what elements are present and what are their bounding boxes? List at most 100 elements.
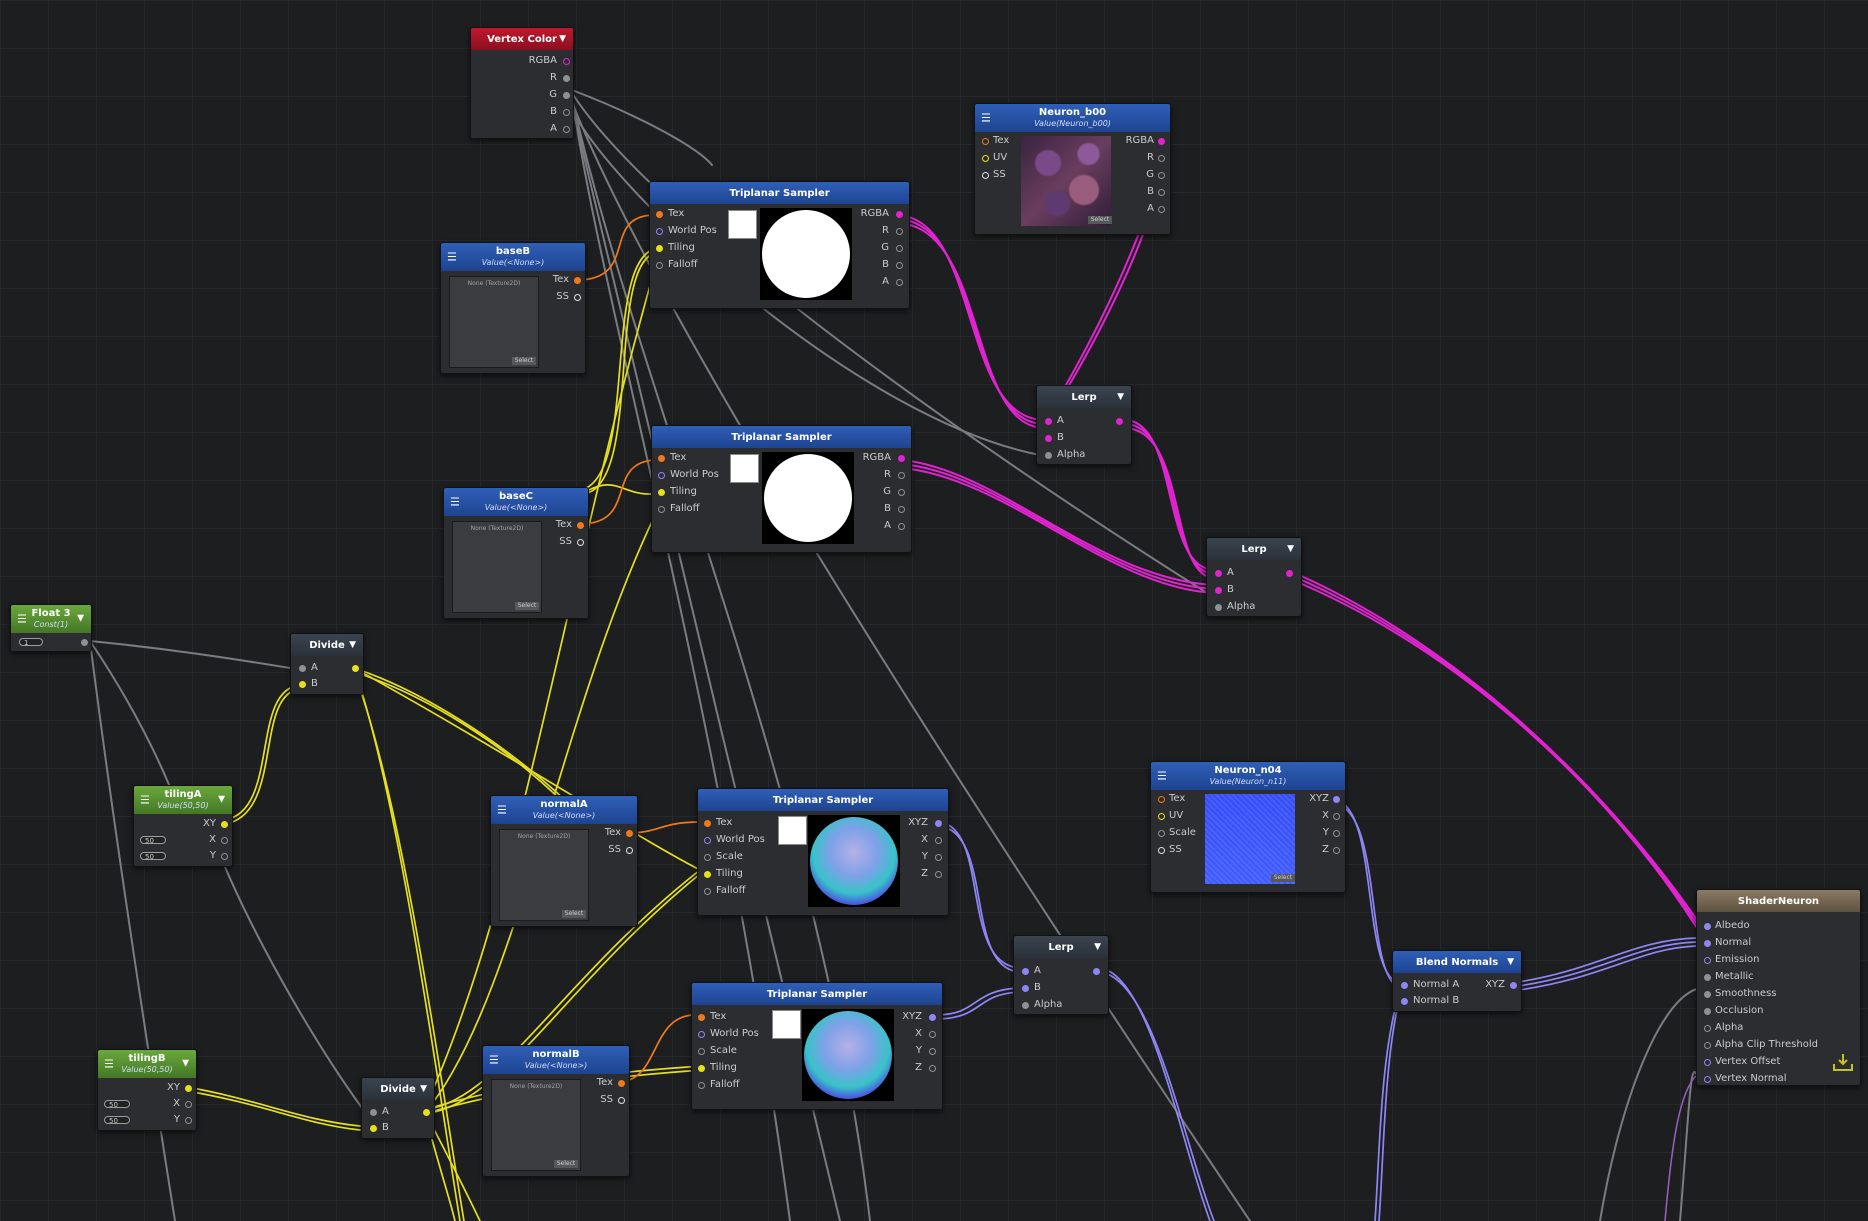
y-value-field[interactable]: 50 <box>140 852 166 861</box>
dropdown-arrow-icon[interactable]: ▼ <box>218 795 225 806</box>
save-icon[interactable] <box>1832 1052 1854 1072</box>
node-header[interactable]: ☰ Float 3 Const(1) ▼ <box>11 605 91 633</box>
output-port[interactable] <box>1116 418 1123 425</box>
input-port[interactable] <box>1022 968 1029 975</box>
dropdown-arrow-icon[interactable]: ▼ <box>77 614 84 625</box>
node-header[interactable]: Vertex Color ▼ <box>471 28 573 50</box>
node-header[interactable]: ☰ normalA Value(<None>) <box>491 796 637 824</box>
input-port[interactable] <box>1022 1002 1029 1009</box>
input-port[interactable] <box>1158 830 1165 837</box>
output-port[interactable] <box>935 837 942 844</box>
input-port[interactable] <box>698 1048 705 1055</box>
output-port[interactable] <box>1158 172 1165 179</box>
dropdown-arrow-icon[interactable]: ▼ <box>559 34 566 44</box>
input-port[interactable] <box>698 1082 705 1089</box>
output-port[interactable] <box>577 539 584 546</box>
output-port[interactable] <box>896 228 903 235</box>
input-port[interactable] <box>656 262 663 269</box>
select-button[interactable]: Select <box>1271 874 1295 882</box>
node-header[interactable]: Divide ▼ <box>291 634 363 656</box>
menu-icon[interactable]: ☰ <box>489 1055 499 1066</box>
input-port[interactable] <box>704 854 711 861</box>
color-swatch[interactable] <box>778 816 807 845</box>
texture-slot[interactable]: None (Texture2D) Select <box>452 521 542 613</box>
color-swatch[interactable] <box>772 1010 801 1039</box>
node-header[interactable]: ShaderNeuron <box>1697 890 1860 912</box>
output-port[interactable] <box>1510 982 1517 989</box>
output-port[interactable] <box>1158 155 1165 162</box>
output-port[interactable] <box>577 522 584 529</box>
lerp-node[interactable]: Lerp ▼ A B Alpha <box>1036 385 1132 465</box>
texture-preview[interactable] <box>1021 136 1111 226</box>
input-port[interactable] <box>299 665 306 672</box>
baseB-node[interactable]: ☰ baseB Value(<None>) None (Texture2D) Sele… <box>440 242 586 374</box>
menu-icon[interactable]: ☰ <box>450 497 460 508</box>
input-port[interactable] <box>658 489 665 496</box>
output-port[interactable] <box>618 1080 625 1087</box>
input-port[interactable] <box>1704 940 1711 947</box>
dropdown-arrow-icon[interactable]: ▼ <box>182 1059 189 1070</box>
input-port[interactable] <box>1704 991 1711 998</box>
output-port[interactable] <box>929 1014 936 1021</box>
input-port[interactable] <box>704 871 711 878</box>
neuron-b00-node[interactable]: ☰ Neuron_b00 Value(Neuron_b00) Tex UV SS S… <box>974 103 1171 235</box>
menu-icon[interactable]: ☰ <box>981 113 991 124</box>
blend-normals-node[interactable]: Blend Normals ▼ Normal A Normal B XYZ <box>1392 950 1522 1012</box>
triplanar-sampler-node[interactable]: Triplanar Sampler Tex World Pos Scale Ti… <box>697 788 949 916</box>
input-port[interactable] <box>1158 847 1165 854</box>
output-port[interactable] <box>352 665 359 672</box>
input-port[interactable] <box>658 472 665 479</box>
output-port[interactable] <box>1158 189 1165 196</box>
node-header[interactable]: Lerp ▼ <box>1037 386 1131 408</box>
input-port[interactable] <box>1704 1008 1711 1015</box>
texture-slot[interactable]: None (Texture2D) Select <box>499 829 589 921</box>
output-port[interactable] <box>423 1109 430 1116</box>
node-header[interactable]: Lerp ▼ <box>1014 936 1108 958</box>
output-port[interactable] <box>563 75 570 82</box>
input-port[interactable] <box>982 155 989 162</box>
node-header[interactable]: ☰ Neuron_n04 Value(Neuron_n11) <box>1151 762 1345 790</box>
menu-icon[interactable]: ☰ <box>17 614 27 625</box>
dropdown-arrow-icon[interactable]: ▼ <box>1287 544 1294 554</box>
select-button[interactable]: Select <box>1088 216 1112 224</box>
output-port[interactable] <box>929 1031 936 1038</box>
node-header[interactable]: Triplanar Sampler <box>650 182 909 204</box>
node-header[interactable]: ☰ baseC Value(<None>) <box>444 488 588 516</box>
input-port[interactable] <box>1704 1059 1711 1066</box>
output-port[interactable] <box>1093 968 1100 975</box>
node-header[interactable]: Blend Normals ▼ <box>1393 951 1521 973</box>
output-port[interactable] <box>185 1101 192 1108</box>
color-swatch[interactable] <box>728 210 757 239</box>
output-port[interactable] <box>896 279 903 286</box>
input-port[interactable] <box>704 888 711 895</box>
output-port[interactable] <box>929 1048 936 1055</box>
input-port[interactable] <box>1158 796 1165 803</box>
output-port[interactable] <box>574 277 581 284</box>
node-header[interactable]: Lerp ▼ <box>1207 538 1301 560</box>
vertex-color-node[interactable]: Vertex Color ▼ RGBA R G B A <box>470 27 574 139</box>
input-port[interactable] <box>656 211 663 218</box>
divide-node[interactable]: Divide ▼ A B <box>361 1077 435 1139</box>
triplanar-sampler-node[interactable]: Triplanar Sampler Tex World Pos Tiling F… <box>649 181 910 309</box>
input-port[interactable] <box>1045 418 1052 425</box>
output-port[interactable] <box>618 1097 625 1104</box>
dropdown-arrow-icon[interactable]: ▼ <box>1094 942 1101 952</box>
output-port[interactable] <box>1333 847 1340 854</box>
output-port[interactable] <box>896 262 903 269</box>
output-port[interactable] <box>574 294 581 301</box>
input-port[interactable] <box>370 1109 377 1116</box>
output-port[interactable] <box>898 472 905 479</box>
output-port[interactable] <box>898 455 905 462</box>
node-header[interactable]: Triplanar Sampler <box>652 426 911 448</box>
input-port[interactable] <box>704 837 711 844</box>
input-port[interactable] <box>1045 435 1052 442</box>
select-button[interactable]: Select <box>512 357 536 365</box>
output-port[interactable] <box>563 58 570 65</box>
output-port[interactable] <box>935 854 942 861</box>
node-header[interactable]: ☰ tilingA Value(50,50) ▼ <box>134 786 232 814</box>
input-port[interactable] <box>1704 1025 1711 1032</box>
output-port[interactable] <box>221 821 228 828</box>
color-swatch[interactable] <box>730 454 759 483</box>
dropdown-arrow-icon[interactable]: ▼ <box>1117 392 1124 402</box>
y-value-field[interactable]: 50 <box>104 1116 130 1125</box>
